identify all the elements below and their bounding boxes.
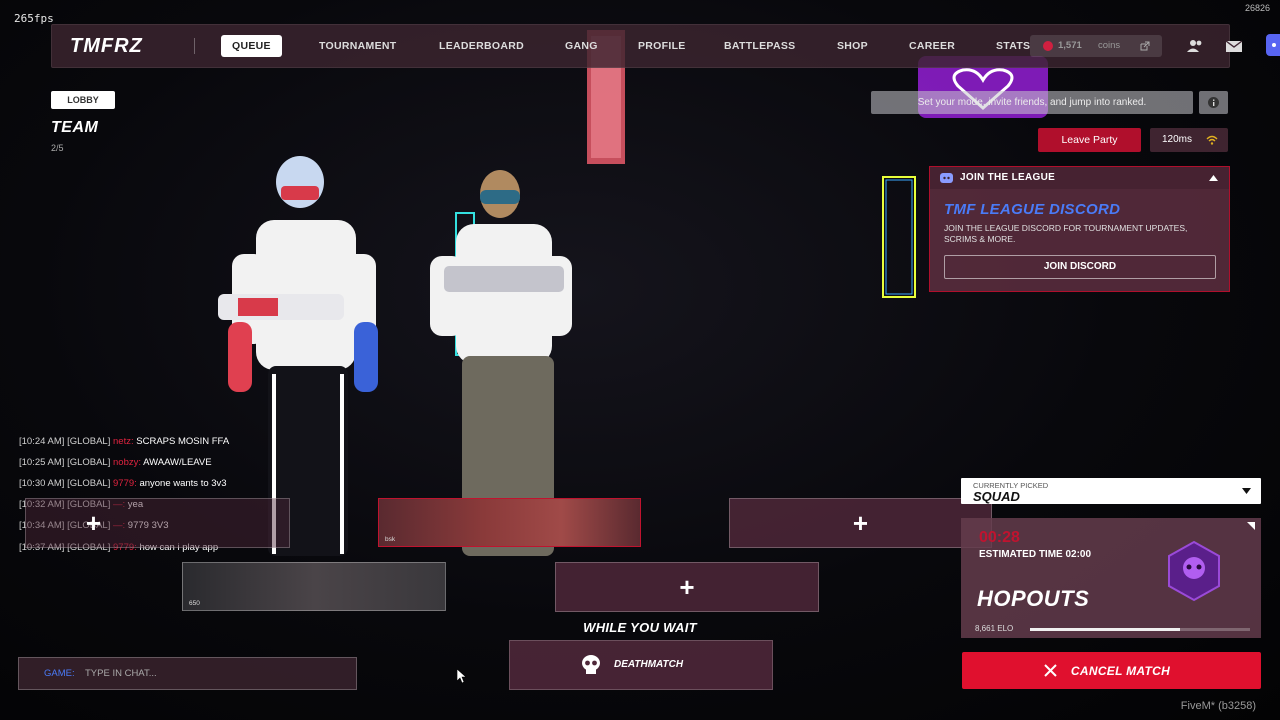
chevron-down-icon: [1242, 488, 1251, 494]
discord-icon[interactable]: [1266, 34, 1280, 56]
tab-career[interactable]: CAREER: [909, 35, 955, 57]
estimated-time: ESTIMATED TIME 02:00: [979, 549, 1092, 560]
chat-placeholder: TYPE IN CHAT...: [85, 668, 157, 679]
chevron-up-icon[interactable]: [1209, 175, 1218, 181]
chat-prefix: GAME:: [44, 668, 75, 679]
queue-map-name: HOPOUTS: [977, 586, 1090, 611]
join-discord-button[interactable]: JOIN DISCORD: [944, 255, 1216, 279]
leave-party-button[interactable]: Leave Party: [1038, 128, 1141, 152]
while-you-wait-title: WHILE YOU WAIT: [583, 620, 697, 635]
tab-battlepass[interactable]: BATTLEPASS: [724, 35, 795, 57]
league-card: JOIN THE LEAGUE TMF LEAGUE DISCORD JOIN …: [929, 166, 1230, 292]
nav-divider: [194, 38, 195, 54]
tab-shop[interactable]: SHOP: [837, 35, 868, 57]
team-count: 2/5: [51, 143, 64, 153]
info-button[interactable]: [1199, 91, 1228, 114]
lobby-tag: LOBBY: [51, 91, 115, 109]
chat-message: [10:30 AM] [GLOBAL] 9779: anyone wants t…: [19, 478, 227, 489]
elo-progress-fill: [1030, 628, 1180, 631]
invite-slot[interactable]: +: [729, 498, 992, 548]
mode-value: SQUAD: [973, 489, 1020, 504]
corner-arrow-icon: [1247, 522, 1255, 530]
league-header-text: JOIN THE LEAGUE: [960, 172, 1056, 183]
mouse-cursor-icon: [457, 669, 467, 683]
invite-slot[interactable]: +: [555, 562, 819, 612]
coins-display[interactable]: 1,571 coins: [1030, 35, 1162, 57]
deathmatch-label: DEATHMATCH: [614, 659, 684, 670]
deathmatch-button[interactable]: DEATHMATCH: [509, 640, 773, 690]
chat-message: [10:25 AM] [GLOBAL] nobzy: AWAAW/LEAVE: [19, 457, 212, 468]
tab-gang[interactable]: GANG: [565, 35, 598, 57]
queue-timer: 00:28: [979, 529, 1020, 546]
plus-icon: +: [679, 572, 695, 602]
skull-icon: [582, 655, 600, 674]
queue-status-card: 00:28 ESTIMATED TIME 02:00 HOPOUTS 8,661…: [961, 518, 1261, 638]
tab-tournament[interactable]: TOURNAMENT: [319, 35, 396, 57]
invite-slot[interactable]: +: [25, 498, 290, 548]
discord-logo-icon: [940, 173, 953, 183]
chat-input[interactable]: GAME: TYPE IN CHAT...: [18, 657, 357, 690]
league-description: JOIN THE LEAGUE DISCORD FOR TOURNAMENT U…: [944, 223, 1188, 244]
mode-select[interactable]: CURRENTLY PICKED SQUAD: [961, 478, 1261, 504]
cancel-match-label: CANCEL MATCH: [1070, 664, 1171, 678]
league-title: TMF LEAGUE DISCORD: [944, 201, 1121, 218]
coin-icon: [1043, 41, 1053, 51]
team-title: TEAM: [51, 119, 99, 136]
player-card[interactable]: bsk: [378, 498, 641, 547]
coins-label: coins: [1098, 40, 1121, 51]
plus-icon: +: [852, 508, 869, 538]
plus-icon: +: [85, 508, 102, 538]
tab-stats[interactable]: STATS: [996, 35, 1030, 57]
rank-badge-icon: [1168, 540, 1220, 602]
elo-progress-bar: [1030, 628, 1250, 631]
corner-number: 26826: [1244, 3, 1270, 13]
wifi-icon: [1206, 135, 1218, 145]
tab-leaderboard[interactable]: LEADERBOARD: [439, 35, 524, 57]
cancel-match-button[interactable]: CANCEL MATCH: [962, 652, 1261, 689]
elo-value: 8,661 ELO: [975, 624, 1014, 633]
chat-message: [10:24 AM] [GLOBAL] netz: SCRAPS MOSIN F…: [19, 436, 230, 447]
ping-value: 120ms: [1162, 134, 1193, 145]
player-card[interactable]: 650: [182, 562, 446, 611]
tab-profile[interactable]: PROFILE: [638, 35, 686, 57]
info-bar: Set your mode, invite friends, and jump …: [871, 91, 1193, 114]
friends-icon[interactable]: [1186, 37, 1204, 55]
mail-icon[interactable]: [1225, 37, 1243, 55]
client-build: FiveM* (b3258): [1180, 700, 1256, 712]
fps-counter: 265fps: [14, 12, 54, 25]
neon-sign-punk: [882, 176, 916, 298]
player-card-name: 650: [189, 600, 200, 607]
info-icon: [1208, 97, 1219, 108]
logo: TMFRZ: [70, 35, 143, 57]
league-header[interactable]: JOIN THE LEAGUE: [930, 167, 1229, 189]
coins-value: 1,571: [1058, 40, 1082, 51]
tab-queue[interactable]: QUEUE: [221, 35, 282, 57]
ping-display: 120ms: [1150, 128, 1228, 152]
top-navigation: TMFRZ QUEUE TOURNAMENT LEADERBOARD GANG …: [51, 24, 1243, 68]
external-link-icon: [1140, 41, 1150, 51]
player-card-name: bsk: [385, 536, 396, 543]
